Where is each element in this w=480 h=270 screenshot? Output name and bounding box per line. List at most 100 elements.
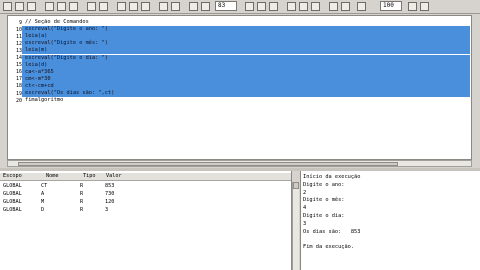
code-line[interactable]: leia(m) — [25, 47, 47, 54]
line-number: 13 — [15, 47, 22, 54]
help-button[interactable] — [287, 1, 296, 11]
code-line[interactable]: ct<-cm+cd — [25, 83, 54, 90]
column-header-scope[interactable]: Escopo — [3, 173, 22, 180]
code-line[interactable]: leia(d) — [25, 62, 47, 69]
code-line[interactable]: escreval("Os dias são: ",ct) — [25, 90, 114, 97]
console-line: Digite o ano: — [303, 181, 345, 188]
pause-button[interactable] — [357, 1, 366, 11]
run-button[interactable] — [117, 1, 126, 11]
line-number: 15 — [15, 62, 22, 69]
selection-highlight — [22, 61, 470, 69]
compile-icon — [329, 1, 338, 11]
variable-scope: GLOBAL — [3, 191, 22, 197]
console-line: 4 — [303, 205, 307, 212]
selection-highlight — [22, 75, 470, 83]
settings-button[interactable] — [408, 1, 417, 11]
breakpoint-icon — [159, 1, 168, 11]
stop-icon — [141, 1, 150, 11]
code-line[interactable]: escreval("Digite o mês: ") — [25, 40, 108, 47]
open-file-button[interactable] — [15, 1, 24, 11]
line-number: 11 — [15, 33, 22, 40]
watch-icon — [171, 1, 180, 11]
line-number: 17 — [15, 76, 22, 83]
variable-scope: GLOBAL — [3, 183, 22, 189]
line-number: 18 — [15, 83, 22, 90]
paste-button[interactable] — [69, 1, 78, 11]
code-line[interactable]: cm<-m*30 — [25, 76, 51, 83]
copy-button[interactable] — [57, 1, 66, 11]
variable-scope: GLOBAL — [3, 199, 22, 205]
code-editor[interactable]: 9 10 11 12 13 14 15 16 17 18 19 20 // Seção de Coma… — [7, 15, 472, 160]
info-button[interactable] — [420, 1, 429, 11]
timer-button[interactable] — [189, 1, 198, 11]
line-number: 16 — [15, 69, 22, 76]
line-number: 14 — [15, 55, 22, 61]
toolbar: 83 100 — [0, 0, 480, 14]
interval-combo[interactable]: 100 — [380, 1, 402, 11]
console-line: Fim da execução. — [303, 244, 355, 251]
redo-button[interactable] — [99, 1, 108, 11]
variable-type: R — [80, 207, 84, 213]
print-button[interactable] — [299, 1, 308, 11]
console-line: Os dias são: 853 — [303, 228, 361, 235]
save-icon — [27, 1, 36, 11]
output-console: Início da execução Digite o ano: 2 Digite o… — [300, 171, 480, 270]
search-icon — [311, 1, 320, 11]
new-file-button[interactable] — [3, 1, 12, 11]
print-icon — [299, 1, 308, 11]
variable-type: R — [80, 191, 84, 197]
dice-icon — [201, 1, 210, 11]
variables-header: Escopo Nome Tipo Valor — [0, 173, 291, 181]
compile-button[interactable] — [329, 1, 338, 11]
pause-icon — [357, 1, 366, 11]
gear-icon — [408, 1, 417, 11]
code-line[interactable]: fimalgoritmo — [25, 97, 63, 104]
find-button[interactable] — [311, 1, 320, 11]
output-icon — [257, 1, 266, 11]
copy-icon — [57, 1, 66, 11]
column-header-type[interactable]: Tipo — [83, 173, 96, 180]
variables-vertical-scrollbar[interactable] — [292, 182, 299, 270]
variable-value: 730 — [105, 191, 115, 197]
code-line[interactable]: ca<-a*365 — [25, 69, 54, 76]
undo-icon — [87, 1, 96, 11]
line-number: 20 — [15, 97, 22, 104]
code-line[interactable]: escreval("Digite o dia: ") — [25, 55, 108, 62]
variable-value: 3 — [105, 207, 109, 213]
random-button[interactable] — [201, 1, 210, 11]
cut-button[interactable] — [45, 1, 54, 11]
breakpoint-button[interactable] — [159, 1, 168, 11]
variable-value: 120 — [105, 199, 115, 205]
redo-icon — [99, 1, 108, 11]
horizontal-scroll-thumb[interactable] — [18, 162, 398, 166]
variables-button[interactable] — [269, 1, 278, 11]
variable-type: R — [80, 183, 84, 189]
variable-scope: GLOBAL — [3, 207, 22, 213]
variables-scroll-thumb[interactable] — [293, 182, 299, 189]
step-button[interactable] — [129, 1, 138, 11]
selection-highlight — [22, 82, 470, 90]
stop-button[interactable] — [141, 1, 150, 11]
info-icon — [420, 1, 429, 11]
undo-button[interactable] — [87, 1, 96, 11]
step-icon — [129, 1, 138, 11]
variables-icon — [269, 1, 278, 11]
help-icon — [287, 1, 296, 11]
play-icon — [117, 1, 126, 11]
exec-button[interactable] — [341, 1, 350, 11]
trace-button[interactable] — [245, 1, 254, 11]
watch-button[interactable] — [171, 1, 180, 11]
code-line[interactable]: // Seção de Comandos — [25, 19, 89, 26]
column-header-name[interactable]: Nome — [46, 173, 59, 180]
horizontal-scrollbar[interactable] — [7, 160, 472, 167]
paste-icon — [69, 1, 78, 11]
speed-combo[interactable]: 83 — [215, 1, 237, 11]
console-line: Início da execução — [303, 174, 361, 180]
column-header-value[interactable]: Valor — [106, 173, 122, 180]
save-button[interactable] — [27, 1, 36, 11]
code-line[interactable]: escreval("Digite o ano: ") — [25, 26, 108, 33]
variables-panel: Escopo Nome Tipo Valor GLOBAL CT R 853 GLOBA… — [0, 171, 292, 270]
output-button[interactable] — [257, 1, 266, 11]
cut-icon — [45, 1, 54, 11]
variable-value: 853 — [105, 183, 115, 189]
